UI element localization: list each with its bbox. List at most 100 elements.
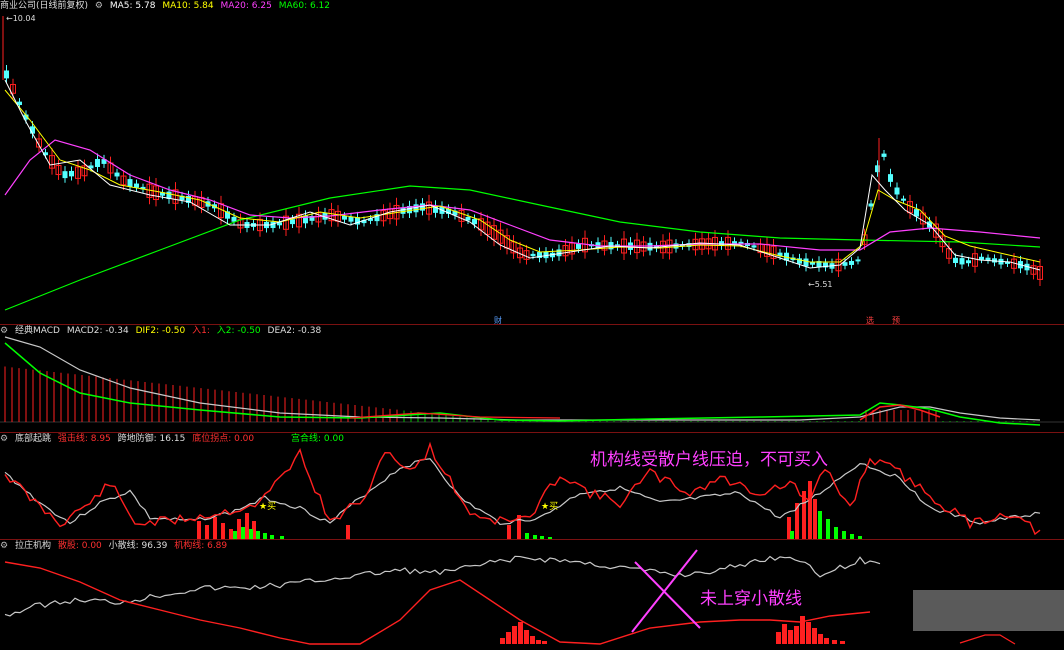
price-panel[interactable]: 商业公司(日线前复权) ⚙ MA5: 5.78 MA10: 5.84 MA20:… [0,0,1064,325]
institution-bar [824,638,829,644]
signal-bar-red [213,517,217,539]
ma-label-1: MA10: 5.84 [162,1,214,11]
signal-bar-red [808,481,812,539]
settings-icon[interactable]: ⚙ [95,1,103,11]
institution-bar [800,616,805,644]
candle-body [114,172,120,177]
candle-body [69,170,74,177]
bottom-start-chart[interactable] [0,433,1064,539]
institution-bar [518,622,523,644]
institution-bar [530,636,535,644]
institution-bar [500,638,505,644]
candle-body [576,243,581,249]
bottom-start-panel[interactable]: ⚙ 底部起跳 强击线: 8.95 跨地防御: 16.15 底位拐点: 0.00 … [0,433,1064,539]
candle-body [62,171,68,179]
ma-label-3: MA60: 6.12 [278,1,331,11]
candle-body [647,242,653,251]
candle-body [4,70,9,79]
institution-bar [788,630,793,644]
chip-title: 拉庄机构 [14,541,51,551]
macd-item-4: DEA2: -0.38 [267,326,322,336]
institution-bar [776,632,781,644]
cross-mark [631,549,698,633]
candle-body [127,179,133,187]
institution-bar [832,640,837,644]
bs-gear-icon[interactable]: ⚙ [0,434,8,444]
chip-item-2: 机构线: 6.89 [174,541,228,551]
ma5-line [4,79,1041,271]
signal-bar-green [790,531,794,539]
candle-body [881,153,887,157]
stock-title: 商业公司(日线前复权) [0,1,89,11]
macd-title: 经典MACD [14,326,60,336]
defense-line [4,458,1041,526]
signal-bar-red [221,523,225,539]
price-legend: 商业公司(日线前复权) ⚙ MA5: 5.78 MA10: 5.84 MA20:… [0,0,334,13]
institution-chart[interactable] [0,540,1064,650]
candle-body [342,215,347,220]
candle-body [290,219,295,225]
grey-overlay-box [913,590,1064,631]
signal-bar-red [197,521,201,539]
macd-chart[interactable] [0,325,1064,432]
institution-legend: ⚙ 拉庄机构 散股: 0.00 小散线: 96.39 机构线: 6.89 [0,540,231,553]
institution-bar [512,626,517,644]
candle-body [966,260,971,264]
macd-item-1: DIF2: -0.50 [135,326,186,336]
signal-bar-green [842,531,846,539]
signal-bar-red [346,525,350,539]
ma-label-2: MA20: 6.25 [220,1,272,11]
bs-item-2: 底位拐点: 0.00 [192,434,255,444]
annotation-not-crossed: 未上穿小散线 [700,589,802,609]
institution-bar [506,632,511,644]
high-price-label: ←10.04 [6,14,36,23]
buy-signal-2: ★买 [541,502,559,512]
ma-label-0: MA5: 5.78 [109,1,156,11]
candle-body [751,245,757,248]
candle-body [413,204,419,213]
annotation-institution: 机构线受散户线压迫，不可买入 [590,450,828,470]
signal-bar-red [507,525,511,539]
signal-bar-green [233,531,237,539]
signal-bar-red [237,519,241,539]
institution-bar [524,630,529,644]
chip-item-0: 散股: 0.00 [57,541,102,551]
candle-body [849,260,854,265]
signal-bar-green [834,527,838,539]
signal-bar-red [245,513,249,539]
candle-body [979,256,984,260]
candle-body [855,259,861,262]
macd-gear-icon[interactable]: ⚙ [0,326,8,336]
signal-bar-green [256,531,260,539]
candle-body [348,216,354,222]
bottom-start-legend: ⚙ 底部起跳 强击线: 8.95 跨地防御: 16.15 底位拐点: 0.00 … [0,433,348,446]
macd-item-3: 入2: -0.50 [216,326,261,336]
candle-body [134,183,139,188]
candle-body [953,257,958,264]
candle-body [888,174,893,182]
chip-gear-icon[interactable]: ⚙ [0,541,8,551]
candle-body [868,203,874,207]
buy-signal-1: ★买 [259,502,277,512]
institution-line-tail [959,634,1016,645]
bs-item-0: 强击线: 8.95 [57,434,111,444]
macd-item-0: MACD2: -0.34 [66,326,129,336]
institution-bar [782,624,787,644]
candlestick-chart[interactable] [0,0,1064,318]
signal-bar-green [249,529,253,539]
institution-bar [794,626,799,644]
signal-bar-green [826,519,830,539]
candle-body [901,198,906,201]
bs-item-1: 跨地防御: 16.15 [117,434,186,444]
institution-panel[interactable]: ⚙ 拉庄机构 散股: 0.00 小散线: 96.39 机构线: 6.89 未上穿… [0,540,1064,650]
institution-bar [536,640,541,644]
institution-bar [812,628,817,644]
candle-body [530,253,536,257]
signal-bar-red [229,529,233,539]
candle-body [803,258,809,267]
macd-panel[interactable]: ⚙ 经典MACD MACD2: -0.34 DIF2: -0.50 入1: 入2… [0,325,1064,432]
dif-line [4,342,1041,426]
cross-mark [634,561,701,629]
institution-bar [840,641,845,644]
bs-item-3: 宫合线: 0.00 [291,434,344,444]
